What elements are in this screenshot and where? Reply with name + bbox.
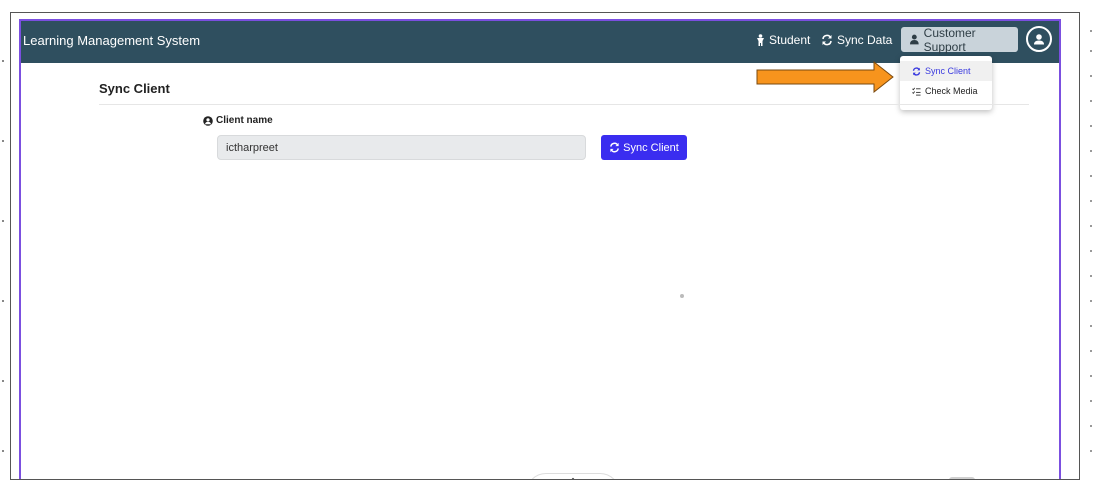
sync-client-button[interactable]: Sync Client <box>601 135 687 160</box>
arrow-right-icon <box>756 61 894 93</box>
customer-support-label: Customer Support <box>923 25 976 54</box>
user-circle-icon <box>203 115 213 126</box>
menu-item-sync-client-label: Sync Client <box>925 66 971 76</box>
chevron-up-icon <box>571 477 575 479</box>
account-button[interactable] <box>1026 26 1052 52</box>
nav-student[interactable]: Student <box>756 33 810 47</box>
right-edge-marks <box>1090 30 1092 452</box>
menu-item-check-media[interactable]: Check Media <box>900 81 992 101</box>
client-name-input[interactable] <box>217 135 586 160</box>
customer-support-menu: Sync Client Check Media <box>900 56 992 110</box>
app-window: Learning Management System Student Sync … <box>19 19 1061 479</box>
support-person-icon <box>909 34 919 45</box>
scroll-up-tab[interactable] <box>526 473 620 479</box>
user-circle-icon <box>1034 34 1044 45</box>
nav-sync-data[interactable]: Sync Data <box>821 33 892 47</box>
nav-student-label: Student <box>769 33 811 47</box>
screenshot-frame: Learning Management System Student Sync … <box>10 12 1080 480</box>
sync-icon <box>610 142 620 153</box>
sync-client-button-label: Sync Client <box>623 141 679 154</box>
app-brand[interactable]: Learning Management System <box>23 33 200 48</box>
menu-item-check-media-label: Check Media <box>925 86 978 96</box>
checklist-icon <box>912 87 921 96</box>
sync-icon <box>822 34 832 46</box>
sync-icon <box>912 66 921 76</box>
page-title: Sync Client <box>99 81 170 96</box>
nav-sync-data-label: Sync Data <box>837 33 893 47</box>
customer-support-button[interactable]: Customer Support <box>901 25 1018 54</box>
person-icon <box>757 34 764 46</box>
loading-dot <box>680 294 684 298</box>
title-divider <box>99 104 1029 105</box>
client-name-label-text: Client name <box>216 115 273 126</box>
left-edge-marks <box>2 60 4 452</box>
floating-chip[interactable] <box>949 477 975 479</box>
menu-item-sync-client[interactable]: Sync Client <box>900 61 992 81</box>
client-name-label: Client name <box>203 115 273 126</box>
